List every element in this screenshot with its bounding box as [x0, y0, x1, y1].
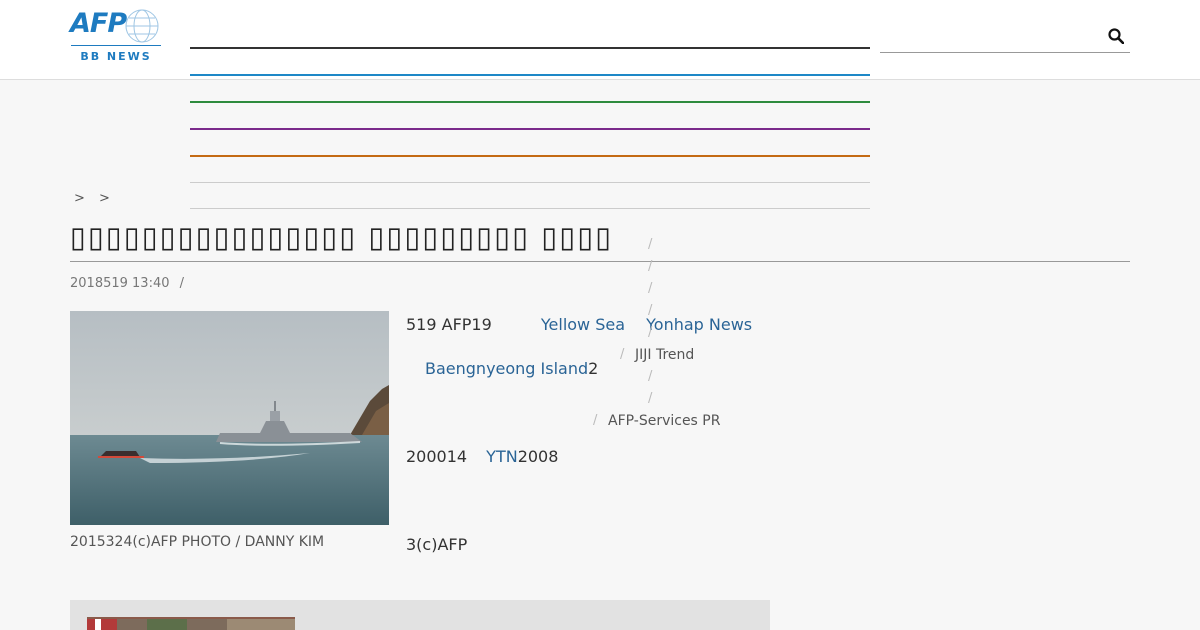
sidebar-separator: /: [648, 259, 653, 274]
nav-item-4[interactable]: [190, 128, 870, 130]
meta-separator: /: [179, 276, 185, 291]
sidebar-separator: /: [648, 391, 653, 406]
article-title: ▯▯▯▯▯▯▯▯▯▯▯▯▯▯▯▯ ▯▯▯▯▯▯▯▯▯ ▯▯▯▯: [70, 220, 614, 254]
sidebar-separator: /: [648, 237, 653, 252]
sidebar-separator: /: [648, 369, 653, 384]
related-article-thumbnail[interactable]: [87, 617, 295, 630]
logo-sub-text: BB NEWS: [80, 50, 152, 63]
logo-main-text: AFP: [70, 8, 127, 39]
sidebar-separator: /: [648, 281, 653, 296]
afpbb-logo[interactable]: AFP BB NEWS: [70, 8, 162, 64]
article-paragraph: Baengnyeong Island2: [425, 359, 598, 378]
site-header: AFP BB NEWS: [0, 0, 1200, 80]
sidebar-separator: /: [620, 347, 625, 362]
nav-item-1[interactable]: [190, 47, 870, 49]
article-paragraph: 519 AFP19 Yellow Sea Yonhap News: [406, 315, 752, 334]
title-divider: [70, 261, 1130, 262]
sidebar-separator: /: [648, 325, 653, 340]
article-paragraph: 200014 YTN2008: [406, 447, 558, 466]
paragraph-text: 200014: [406, 447, 468, 466]
related-thumbnail-image: [87, 619, 295, 630]
search-icon[interactable]: [1108, 28, 1124, 44]
sidebar-separator: /: [648, 303, 653, 318]
photo-caption: 2015324(c)AFP PHOTO / DANNY KIM: [70, 534, 325, 550]
search-input[interactable]: [880, 20, 1130, 53]
logo-rule: [71, 45, 161, 46]
related-article-card[interactable]: [70, 600, 770, 630]
article-photo[interactable]: [70, 311, 389, 525]
breadcrumb-separator: >: [99, 191, 110, 206]
link-yellow-sea[interactable]: Yellow Sea: [541, 315, 625, 334]
nav-item-6[interactable]: [190, 182, 870, 183]
paragraph-text: 2: [588, 359, 599, 378]
nav-item-3[interactable]: [190, 101, 870, 103]
link-yonhap-news[interactable]: Yonhap News: [646, 315, 752, 334]
globe-icon: [125, 9, 159, 43]
nav-item-7[interactable]: [190, 208, 870, 209]
link-baengnyeong-island[interactable]: Baengnyeong Island: [425, 359, 588, 378]
paragraph-text: 2008: [517, 447, 559, 466]
nav-item-5[interactable]: [190, 155, 870, 157]
paragraph-text: 519 AFP19: [406, 315, 492, 334]
article-meta: 2018519 13:40 /: [70, 276, 184, 291]
breadcrumb: > >: [74, 191, 120, 206]
article-date: 2018519 13:40: [70, 276, 170, 291]
breadcrumb-separator: >: [74, 191, 85, 206]
link-ytn[interactable]: YTN: [486, 447, 518, 466]
sidebar-link-jiji-trend[interactable]: JIJI Trend: [635, 347, 694, 363]
nav-item-2[interactable]: [190, 74, 870, 76]
article-paragraph: 3(c)AFP: [406, 535, 468, 554]
sidebar-link-afp-services-pr[interactable]: AFP-Services PR: [608, 413, 720, 429]
sidebar-separator: /: [593, 413, 598, 428]
